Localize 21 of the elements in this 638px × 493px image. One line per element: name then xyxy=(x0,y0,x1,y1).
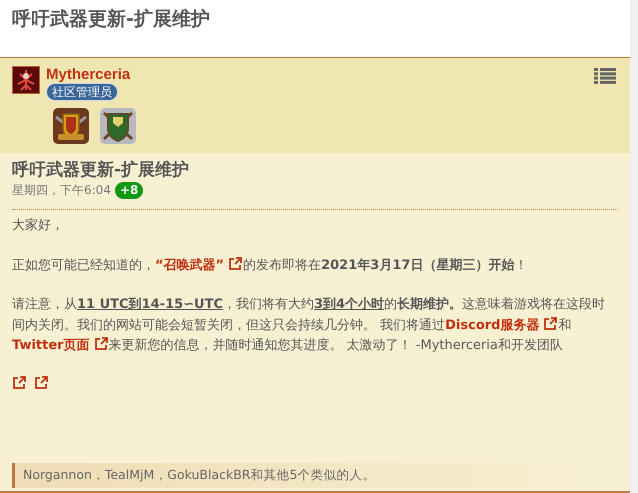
paragraph: 正如您可能已经知道的，“召唤武器” 的发布即将在2021年3月17日（星期三）开始！ xyxy=(12,256,528,274)
post-time: 星期四，下午6:04 xyxy=(12,182,111,199)
external-link-icon[interactable] xyxy=(228,256,242,270)
shield-badge-icon xyxy=(99,107,137,145)
score-badge: +8 xyxy=(114,182,144,199)
avatar-image xyxy=(12,66,40,94)
link[interactable]: “召唤武器” xyxy=(155,258,224,272)
shield-badge-icon xyxy=(52,107,90,145)
paragraph: 大家好， xyxy=(12,217,65,235)
external-link-icon[interactable] xyxy=(543,316,558,330)
post-title: 呼吁武器更新-扩展维护 xyxy=(12,159,190,181)
page-title: 呼吁武器更新-扩展维护 xyxy=(12,7,211,32)
role-badge: 社区管理员 xyxy=(46,83,118,101)
paragraph: 请注意，从11 UTC到14-15∽UTC，我们将有大约3到4个小时的长期维护。这意味着游戏将在这段时间内关闭。我们的网站可能会短暂关闭，但这只会持续几分钟。 我们将通过Discord服务器 和 Twitter页面 来更新您的信息，并随时通知您其进度。 太激动了！ -Mytherceria和开发团队 xyxy=(12,296,606,355)
link[interactable]: Discord服务器 xyxy=(445,318,540,332)
external-link-icon[interactable] xyxy=(34,376,48,390)
external-link-icon[interactable] xyxy=(94,337,108,351)
menu-icon[interactable] xyxy=(594,68,616,84)
author-name[interactable]: Mytherceria xyxy=(46,66,130,83)
external-link-icon[interactable] xyxy=(12,376,26,390)
link[interactable]: Twitter页面 xyxy=(12,338,90,353)
